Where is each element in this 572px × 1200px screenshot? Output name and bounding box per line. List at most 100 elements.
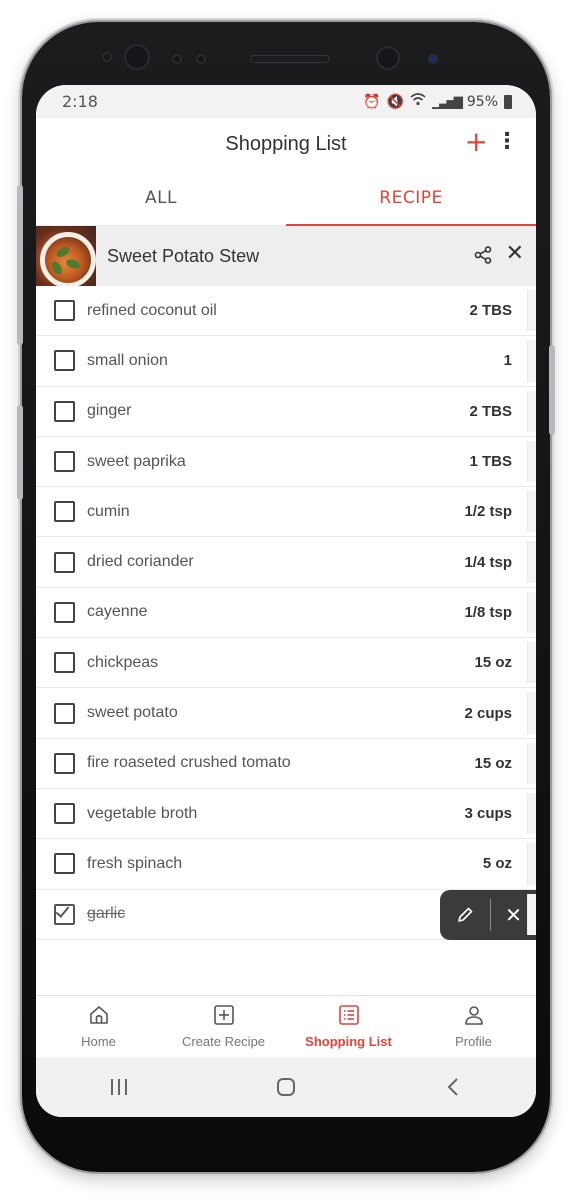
user-icon bbox=[463, 1004, 485, 1030]
item-quantity: 1/8 tsp bbox=[464, 603, 512, 621]
nav-home[interactable]: Home bbox=[36, 996, 161, 1057]
pencil-icon bbox=[458, 907, 473, 922]
plus-square-icon bbox=[213, 1004, 235, 1030]
list-item[interactable]: refined coconut oil 2 TBS bbox=[36, 286, 536, 337]
item-name: vegetable broth bbox=[87, 804, 198, 822]
swipe-actions: ✕ bbox=[440, 889, 536, 940]
item-name: refined coconut oil bbox=[87, 301, 217, 319]
edit-button[interactable] bbox=[440, 890, 490, 940]
list-icon bbox=[338, 1004, 360, 1030]
checkbox[interactable] bbox=[54, 601, 75, 623]
alarm-icon: ⏰ bbox=[363, 93, 381, 110]
bixby-button bbox=[17, 405, 23, 500]
checkbox[interactable] bbox=[54, 501, 75, 523]
checkbox[interactable] bbox=[54, 300, 75, 322]
bottom-nav: Home Create Recipe Shopping List Profile bbox=[36, 995, 536, 1057]
item-name: dried coriander bbox=[87, 553, 194, 571]
item-name: chickpeas bbox=[87, 653, 159, 671]
item-name: garlic bbox=[87, 905, 126, 923]
list-item[interactable]: chickpeas 15 oz bbox=[36, 638, 536, 689]
nav-create-recipe[interactable]: Create Recipe bbox=[161, 996, 286, 1057]
close-icon: ✕ bbox=[505, 902, 522, 927]
list-item[interactable]: dried coriander 1/4 tsp bbox=[36, 537, 536, 588]
list-item[interactable]: sweet paprika 1 TBS bbox=[36, 437, 536, 488]
phone-top-bezel bbox=[0, 0, 572, 90]
more-options-button[interactable]: ⋮ bbox=[496, 130, 518, 154]
app-header: Shopping List + ⋮ bbox=[36, 118, 536, 170]
status-time: 2:18 bbox=[62, 92, 98, 111]
item-name: sweet paprika bbox=[87, 452, 186, 470]
signal-icon: ▁▃▅▇ bbox=[431, 94, 463, 109]
sensor-dot bbox=[102, 52, 112, 62]
tab-recipe[interactable]: RECIPE bbox=[286, 170, 536, 225]
back-button[interactable] bbox=[423, 1067, 483, 1107]
item-quantity: 2 TBS bbox=[469, 402, 512, 420]
list-item[interactable]: ginger 2 TBS bbox=[36, 387, 536, 437]
checkbox[interactable] bbox=[54, 551, 75, 573]
status-icons: ⏰ 🔇 ▁▃▅▇ 95% bbox=[363, 93, 512, 110]
list-item[interactable]: sweet potato 2 cups bbox=[36, 688, 536, 739]
sensor-dot bbox=[428, 54, 438, 64]
list-item[interactable]: small onion 1 bbox=[36, 336, 536, 387]
close-icon[interactable]: ✕ bbox=[506, 242, 524, 266]
sensor-dot bbox=[172, 54, 182, 64]
tab-all[interactable]: ALL bbox=[36, 170, 286, 225]
mute-icon: 🔇 bbox=[386, 93, 404, 110]
wifi-icon bbox=[410, 93, 426, 110]
earpiece-speaker bbox=[250, 55, 330, 63]
item-name: fresh spinach bbox=[87, 854, 183, 872]
nav-create-recipe-label: Create Recipe bbox=[181, 1034, 266, 1049]
list-item[interactable]: garlic3 cloves✕ bbox=[36, 889, 536, 940]
home-icon bbox=[88, 1004, 110, 1030]
screen: 2:18 ⏰ 🔇 ▁▃▅▇ 95% Shopping List + ⋮ ALL … bbox=[36, 85, 536, 1117]
delete-button[interactable]: ✕ bbox=[491, 890, 536, 940]
nav-shopping-list[interactable]: Shopping List bbox=[286, 996, 411, 1057]
list-item[interactable]: cayenne 1/8 tsp bbox=[36, 588, 536, 639]
power-button bbox=[549, 345, 555, 435]
sensor-dot bbox=[196, 54, 206, 64]
nav-shopping-list-label: Shopping List bbox=[305, 1034, 392, 1049]
recent-apps-button[interactable] bbox=[89, 1067, 149, 1107]
list-item[interactable]: cumin 1/2 tsp bbox=[36, 487, 536, 538]
nav-profile[interactable]: Profile bbox=[411, 996, 536, 1057]
front-camera bbox=[376, 46, 400, 70]
checkbox[interactable] bbox=[54, 652, 75, 674]
list-item[interactable]: fire roaseted crushed tomato 15 oz bbox=[36, 739, 536, 789]
item-quantity: 5 oz bbox=[482, 855, 512, 873]
item-quantity: 1 bbox=[503, 352, 512, 370]
share-icon[interactable] bbox=[474, 246, 492, 264]
checkbox[interactable] bbox=[54, 702, 75, 724]
item-quantity: 15 oz bbox=[474, 754, 512, 772]
checkbox[interactable] bbox=[54, 400, 75, 422]
checkbox[interactable] bbox=[54, 803, 75, 825]
checkbox[interactable] bbox=[54, 451, 75, 473]
add-button[interactable]: + bbox=[465, 128, 488, 156]
recipe-header: Sweet Potato Stew ✕ bbox=[36, 226, 536, 286]
item-quantity: 2 TBS bbox=[469, 302, 512, 320]
item-name: ginger bbox=[87, 402, 132, 420]
list-item[interactable]: fresh spinach 5 oz bbox=[36, 839, 536, 890]
list-item[interactable]: vegetable broth 3 cups bbox=[36, 789, 536, 840]
item-name: cumin bbox=[87, 502, 130, 520]
recipe-name: Sweet Potato Stew bbox=[107, 245, 260, 266]
checkbox[interactable] bbox=[54, 752, 75, 774]
checkbox[interactable] bbox=[54, 853, 75, 875]
checkbox[interactable] bbox=[54, 350, 75, 372]
ingredient-list: refined coconut oil 2 TBS small onion 1 ging… bbox=[36, 286, 536, 940]
battery-text: 95% bbox=[466, 93, 498, 110]
status-bar: 2:18 ⏰ 🔇 ▁▃▅▇ 95% bbox=[36, 85, 536, 118]
item-name: fire roaseted crushed tomato bbox=[87, 754, 291, 772]
nav-profile-label: Profile bbox=[455, 1034, 492, 1049]
home-system-button[interactable] bbox=[256, 1067, 316, 1107]
nav-home-label: Home bbox=[81, 1034, 116, 1049]
item-name: cayenne bbox=[87, 603, 148, 621]
checkbox-checked[interactable] bbox=[54, 902, 75, 925]
item-quantity: 15 oz bbox=[474, 654, 512, 672]
recipe-thumbnail bbox=[36, 226, 96, 286]
item-quantity: 3 cups bbox=[464, 805, 512, 823]
item-quantity: 2 cups bbox=[464, 704, 512, 722]
system-nav-bar bbox=[36, 1057, 536, 1117]
page-title: Shopping List bbox=[225, 132, 347, 155]
item-name: small onion bbox=[87, 351, 168, 369]
item-quantity: 1/4 tsp bbox=[464, 553, 512, 571]
